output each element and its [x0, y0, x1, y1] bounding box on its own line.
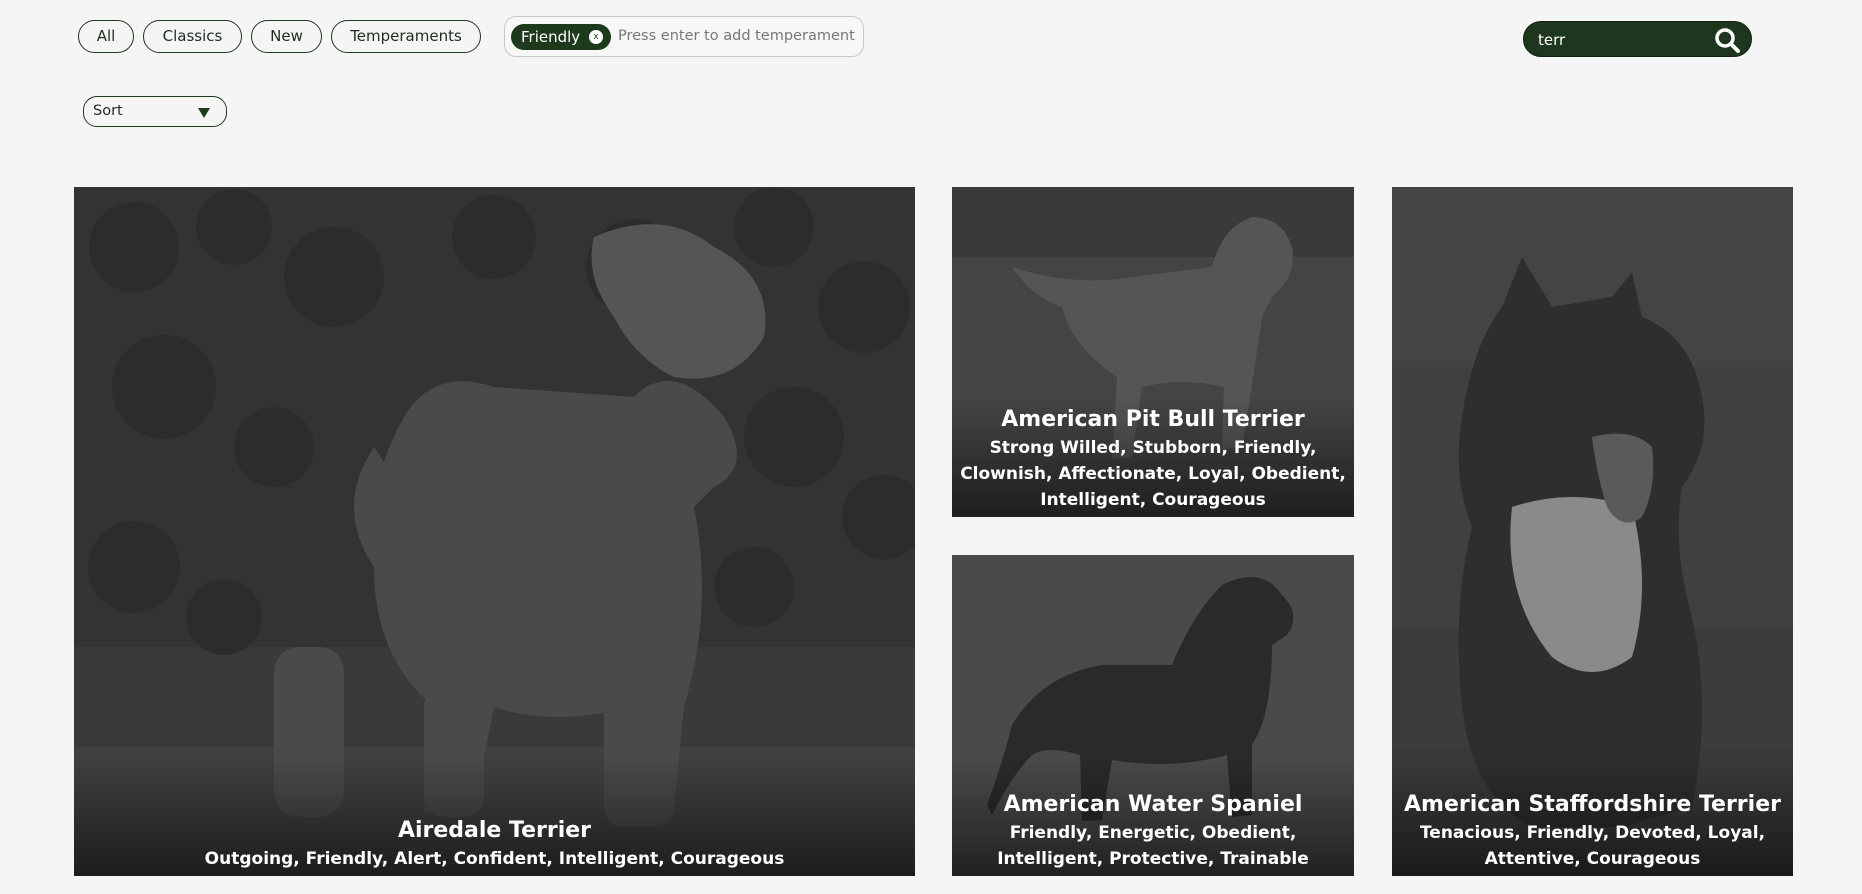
search-input[interactable]	[1538, 29, 1708, 51]
temperament-chip-label: Friendly	[521, 28, 581, 46]
breed-name: American Pit Bull Terrier	[1001, 407, 1305, 432]
breed-name: American Water Spaniel	[1003, 792, 1303, 817]
breed-name: Airedale Terrier	[397, 818, 592, 843]
breed-temperaments: Strong Willed, Stubborn, Friendly, Clown…	[960, 438, 1346, 510]
caret-down-icon	[198, 108, 210, 118]
search-icon[interactable]	[1713, 26, 1741, 54]
breed-caption: American Pit Bull Terrier Strong Willed,…	[952, 405, 1354, 517]
sort-label: Sort	[93, 103, 123, 119]
filter-new-button[interactable]: New	[251, 20, 322, 53]
temperament-input[interactable]	[618, 23, 858, 49]
sort-dropdown[interactable]: Sort	[83, 96, 227, 127]
temperament-chip: Friendly x	[511, 24, 611, 50]
chip-remove-icon[interactable]: x	[589, 30, 603, 44]
breed-temperaments: Friendly, Energetic, Obedient, Intellige…	[997, 823, 1309, 869]
filter-temperaments-button[interactable]: Temperaments	[331, 20, 481, 53]
breed-temperaments: Outgoing, Friendly, Alert, Confident, In…	[204, 849, 785, 869]
breed-card[interactable]: American Water Spaniel Friendly, Energet…	[952, 555, 1354, 876]
breed-card[interactable]: American Staffordshire Terrier Tenacious…	[1392, 187, 1793, 876]
breed-caption: American Water Spaniel Friendly, Energet…	[952, 790, 1354, 876]
filter-classics-button[interactable]: Classics	[143, 20, 242, 53]
filter-all-button[interactable]: All	[78, 20, 134, 53]
breed-temperaments: Tenacious, Friendly, Devoted, Loyal, Att…	[1419, 823, 1766, 869]
search-bar	[1523, 21, 1752, 57]
breed-caption: Airedale Terrier Outgoing, Friendly, Ale…	[74, 816, 915, 876]
breed-card[interactable]: Airedale Terrier Outgoing, Friendly, Ale…	[74, 187, 915, 876]
breed-caption: American Staffordshire Terrier Tenacious…	[1392, 790, 1793, 876]
temperament-filter-box: Friendly x	[504, 16, 864, 57]
breed-name: American Staffordshire Terrier	[1404, 792, 1781, 817]
breed-card[interactable]: American Pit Bull Terrier Strong Willed,…	[952, 187, 1354, 517]
